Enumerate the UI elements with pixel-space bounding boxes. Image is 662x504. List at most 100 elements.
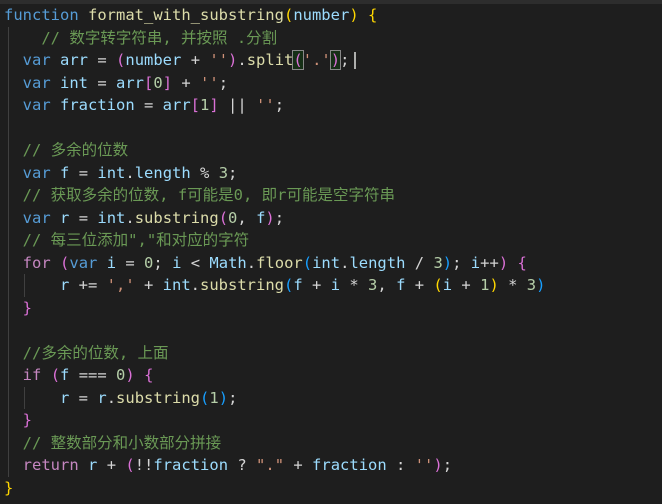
function-name-token: format_with_substring: [88, 6, 284, 24]
code-line[interactable]: }: [4, 477, 13, 500]
punctuation-token: =: [134, 96, 163, 114]
code-line[interactable]: for (var i = 0; i < Math.floor(int.lengt…: [4, 252, 527, 275]
punctuation-token: =: [69, 208, 98, 227]
identifier-token: arr: [60, 51, 89, 69]
identifier-token: i: [442, 276, 453, 294]
punctuation-token: ;: [218, 73, 229, 92]
number-token: 0: [153, 73, 163, 92]
code-line[interactable]: }: [4, 409, 32, 432]
punctuation-token: [51, 209, 60, 227]
punctuation-token: [79, 456, 88, 474]
code-line[interactable]: var r = int.substring(0, f);: [4, 207, 284, 230]
string-token: '': [414, 456, 434, 474]
identifier-token: f: [60, 163, 70, 182]
function-name-token: substring: [200, 276, 285, 294]
punctuation-token: [4, 186, 23, 204]
punctuation-token: [4, 434, 23, 452]
keyword-token: var: [22, 73, 51, 92]
punctuation-token: +: [172, 73, 201, 92]
string-token: '': [209, 51, 229, 69]
string-token: '.': [302, 51, 331, 69]
punctuation-token: +: [97, 456, 126, 474]
punctuation-token: [4, 51, 23, 69]
identifier-token: f: [396, 276, 406, 294]
punctuation-token: .: [106, 388, 117, 407]
identifier-token: r: [60, 208, 70, 227]
bracket-token: (: [283, 6, 294, 24]
bracket-token: ): [489, 276, 499, 294]
punctuation-token: [4, 141, 23, 159]
punctuation-token: [41, 366, 50, 384]
code-line[interactable]: // 每三位添加","和对应的字符: [4, 229, 250, 252]
punctuation-token: [4, 276, 60, 294]
control-keyword-token: if: [22, 366, 42, 384]
code-line[interactable]: function format_with_substring(number) {: [4, 4, 377, 27]
matched-bracket-token: (: [292, 50, 304, 70]
code-line[interactable]: // 整数部分和小数部分拼接: [4, 432, 222, 455]
number-token: 3: [433, 253, 443, 272]
identifier-token: number: [293, 6, 350, 24]
identifier-token: r: [88, 456, 98, 474]
code-line[interactable]: // 多余的位数: [4, 139, 129, 162]
punctuation-token: +: [452, 276, 481, 294]
bracket-token: (: [200, 388, 210, 407]
code-line[interactable]: // 获取多余的位数, f可能是0, 即r可能是空字符串: [4, 184, 395, 207]
keyword-token: var: [22, 51, 51, 69]
bracket-token: (: [60, 253, 70, 272]
code-line[interactable]: var f = int.length % 3;: [4, 162, 238, 185]
punctuation-token: [4, 29, 41, 47]
punctuation-token: [4, 164, 23, 182]
bracket-token: ): [228, 51, 238, 69]
code-line[interactable]: //多余的位数, 上面: [4, 342, 169, 365]
bracket-token: {: [368, 6, 378, 24]
bracket-token: ): [442, 253, 453, 272]
code-line[interactable]: var fraction = arr[1] || '';: [4, 94, 284, 117]
identifier-token: int: [312, 253, 341, 272]
comment-token: //多余的位数, 上面: [22, 343, 169, 362]
number-token: 0: [116, 366, 126, 384]
code-editor[interactable]: … function format_with_substring(number)…: [0, 0, 662, 504]
code-line[interactable]: var int = arr[0] + '';: [4, 72, 228, 95]
punctuation-token: ,: [377, 276, 397, 294]
punctuation-token: ;: [274, 96, 285, 114]
bracket-token: (: [284, 276, 294, 294]
bracket-token: ): [498, 253, 509, 272]
punctuation-token: [4, 344, 23, 362]
keyword-token: var: [69, 253, 98, 272]
bracket-token: ): [349, 6, 359, 24]
identifier-token: f: [293, 276, 303, 294]
comment-token: // 数字转字符串, 并按照 .分割: [41, 28, 278, 47]
string-token: ".": [256, 456, 285, 474]
comment-token: // 多余的位数: [22, 141, 129, 159]
code-line[interactable]: }: [4, 297, 32, 320]
comment-token: // 获取多余的位数, f可能是0, 即r可能是空字符串: [22, 186, 395, 204]
code-line[interactable]: r += ',' + int.substring(f + i * 3, f + …: [4, 274, 545, 297]
punctuation-token: ,: [237, 208, 257, 227]
punctuation-token: =: [69, 388, 98, 407]
identifier-token: number: [125, 51, 182, 69]
punctuation-token: [4, 231, 23, 249]
punctuation-token: =: [69, 163, 98, 182]
punctuation-token: ++: [480, 253, 499, 272]
punctuation-token: .: [190, 276, 201, 294]
matched-bracket-token: ): [329, 50, 342, 70]
control-keyword-token: for: [22, 253, 51, 272]
bracket-token: (: [116, 51, 126, 69]
bracket-token: }: [22, 411, 33, 429]
function-name-token: substring: [134, 208, 219, 227]
punctuation-token: +=: [69, 276, 107, 294]
code-line[interactable]: return r + (!!fraction ? "." + fraction …: [4, 454, 452, 477]
keyword-token: var: [22, 163, 51, 182]
code-line[interactable]: var arr = (number + '').split('.');: [4, 49, 349, 72]
identifier-token: fraction: [60, 96, 135, 114]
number-token: 3: [368, 276, 378, 294]
number-token: 1: [200, 96, 210, 114]
text-cursor: [354, 52, 356, 69]
punctuation-token: [135, 366, 144, 384]
code-line[interactable]: // 数字转字符串, 并按照 .分割: [4, 27, 277, 50]
code-line[interactable]: r = r.substring(1);: [4, 387, 237, 410]
comment-token: // 每三位添加","和对应的字符: [22, 231, 250, 249]
bracket-token: {: [517, 253, 527, 272]
code-line[interactable]: if (f === 0) {: [4, 364, 154, 387]
punctuation-token: [79, 6, 88, 24]
